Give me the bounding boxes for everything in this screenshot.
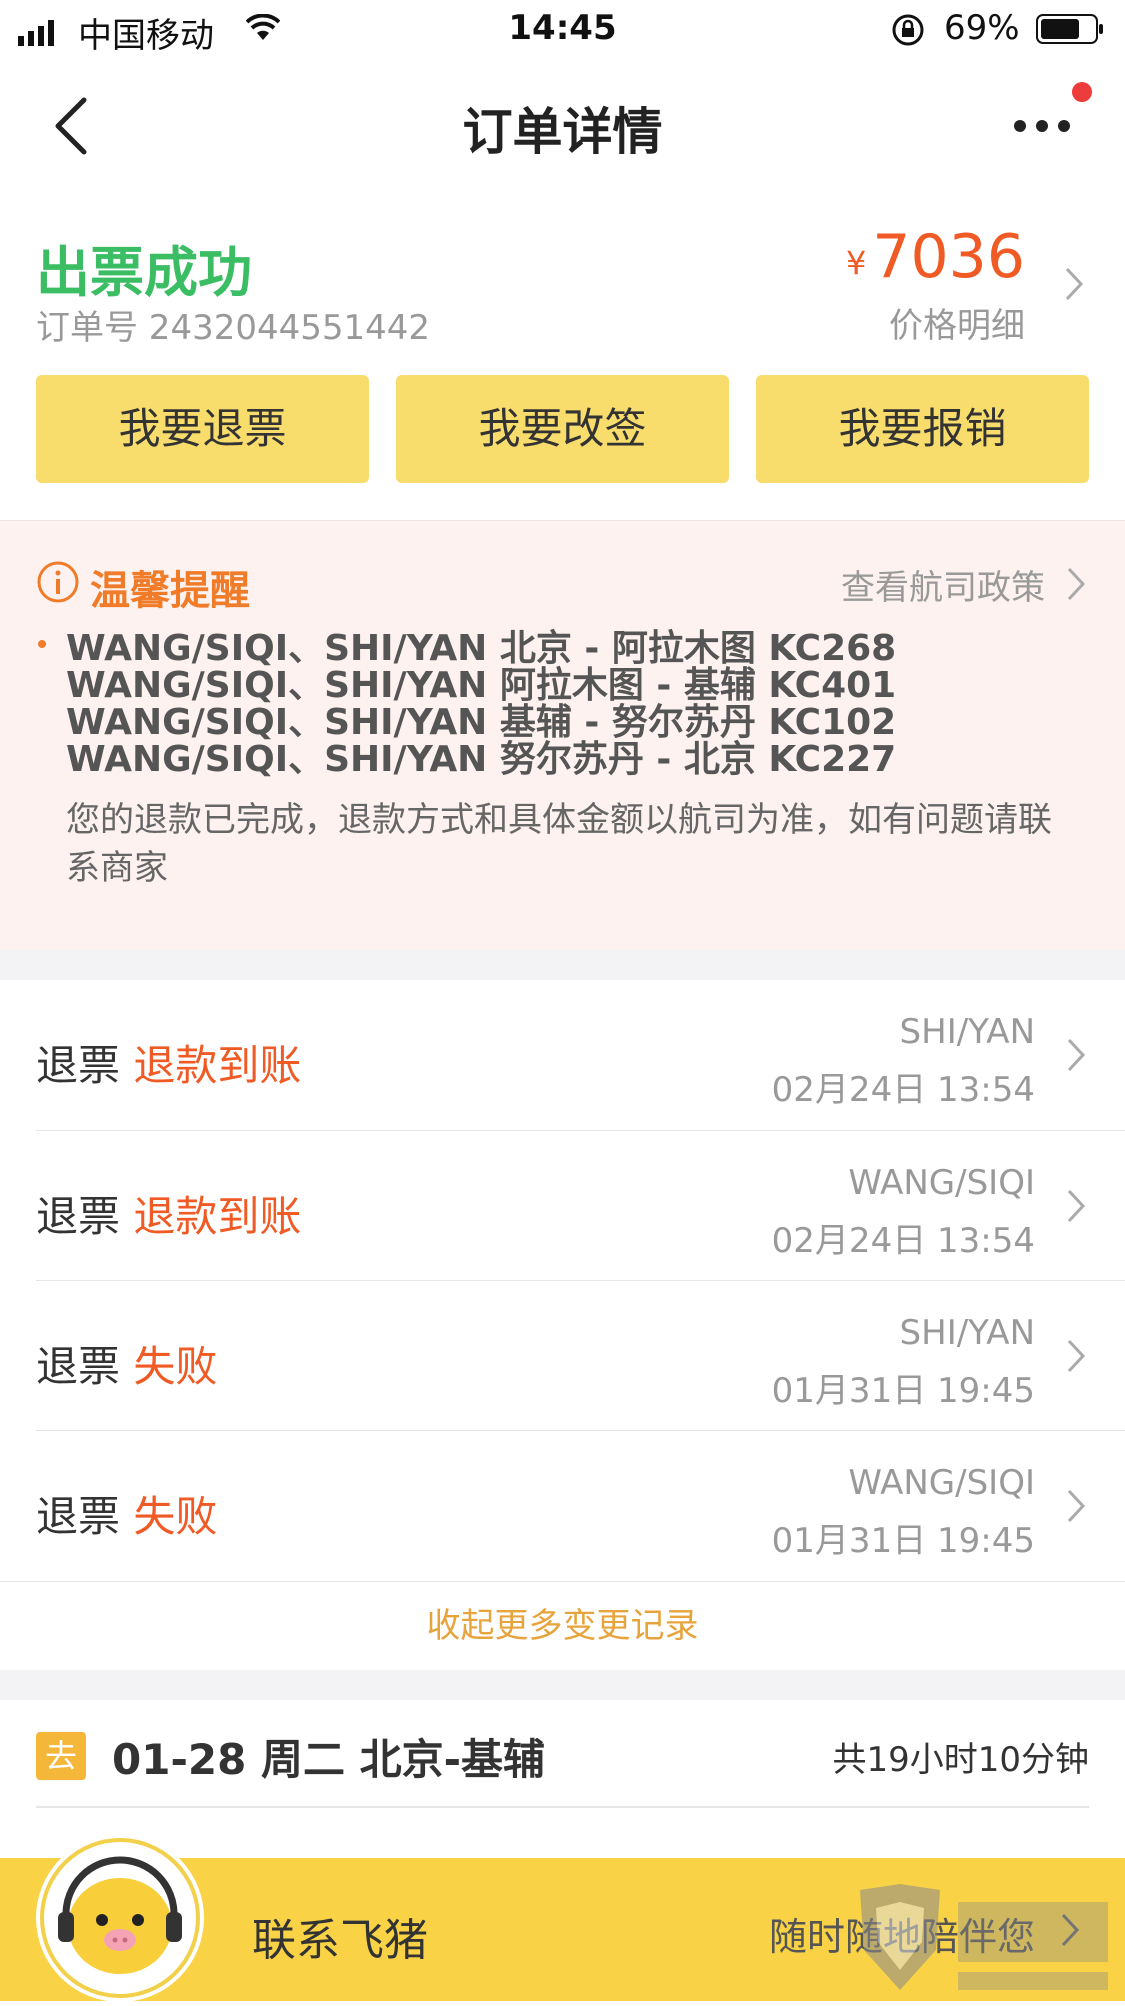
segment-title: 01-28 周二 北京-基辅 (112, 1735, 546, 1784)
mascot-icon (40, 1838, 200, 1998)
info-icon (37, 561, 79, 603)
reminder-title: 温馨提醒 (90, 568, 250, 614)
segment-duration: 共19小时10分钟 (832, 1740, 1089, 1780)
row-divider (0, 1581, 1125, 1582)
reminder-flight-list: WANG/SIQI、SHI/YAN 北京 - 阿拉木图 KC268 WANG/S… (66, 630, 896, 778)
price-total[interactable]: ¥7036 (846, 222, 1025, 292)
watermark-logo (860, 1884, 1108, 1990)
change-record-row[interactable]: 退票 失败 WANG/SIQI 01月31日 19:45 (0, 1431, 1125, 1581)
battery-percent: 69% (944, 8, 1020, 48)
record-time: 02月24日 13:54 (771, 1070, 1035, 1110)
segment-divider (36, 1806, 1089, 1808)
passenger-name: WANG/SIQI (848, 1463, 1035, 1503)
record-type: 退票 退款到账 (36, 1192, 302, 1241)
bullet-dot (38, 640, 46, 648)
notification-dot (1072, 82, 1092, 102)
passenger-name: WANG/SIQI (848, 1163, 1035, 1203)
currency-symbol: ¥ (845, 244, 867, 282)
page-title: 订单详情 (462, 103, 663, 161)
record-status: 失败 (133, 1492, 218, 1541)
record-time: 01月31日 19:45 (771, 1371, 1035, 1411)
reminder-line: WANG/SIQI、SHI/YAN 阿拉木图 - 基辅 KC401 (66, 665, 897, 706)
section-divider (0, 1670, 1125, 1700)
chevron-right-icon (1067, 1489, 1086, 1523)
chevron-right-icon[interactable] (1064, 266, 1084, 302)
status-bar: 中国移动 14:45 69% (0, 0, 1125, 62)
reimburse-button[interactable]: 我要报销 (756, 375, 1089, 483)
chevron-right-icon (1067, 1189, 1086, 1223)
contact-label: 联系飞猪 (252, 1915, 428, 1966)
segment-tag: 去 (36, 1732, 86, 1780)
rotation-lock-icon (892, 14, 924, 46)
change-record-row[interactable]: 退票 失败 SHI/YAN 01月31日 19:45 (0, 1281, 1125, 1431)
record-type: 退票 失败 (36, 1342, 218, 1391)
price-detail-link[interactable]: 价格明细 (889, 298, 1025, 347)
reminder-note: 您的退款已完成，退款方式和具体金额以航司为准，如有问题请联系商家 (66, 800, 1052, 888)
change-record-row[interactable]: 退票 退款到账 WANG/SIQI 02月24日 13:54 (0, 1131, 1125, 1281)
chevron-right-icon (1067, 1339, 1086, 1373)
record-time: 02月24日 13:54 (771, 1221, 1035, 1261)
battery-icon (1036, 14, 1103, 44)
chevron-right-icon[interactable] (1066, 566, 1086, 602)
record-type: 退票 失败 (36, 1492, 218, 1541)
record-time: 01月31日 19:45 (771, 1521, 1035, 1561)
airline-policy-link[interactable]: 查看航司政策 (841, 560, 1045, 609)
change-ticket-button[interactable]: 我要改签 (396, 375, 729, 483)
reminder-line: WANG/SIQI、SHI/YAN 北京 - 阿拉木图 KC268 (66, 628, 897, 669)
more-icon[interactable] (1012, 108, 1072, 144)
price-value: 7036 (872, 222, 1025, 292)
change-record-row[interactable]: 退票 退款到账 SHI/YAN 02月24日 13:54 (0, 980, 1125, 1130)
record-status: 退款到账 (133, 1192, 302, 1241)
passenger-name: SHI/YAN (899, 1012, 1035, 1052)
avatar (36, 1834, 204, 2002)
collapse-records-link[interactable]: 收起更多变更记录 (0, 1598, 1125, 1647)
order-status: 出票成功 (36, 241, 252, 304)
record-type: 退票 退款到账 (36, 1041, 302, 1090)
chevron-right-icon (1067, 1038, 1086, 1072)
order-number: 订单号 2432044551442 (36, 308, 431, 348)
passenger-name: SHI/YAN (899, 1313, 1035, 1353)
record-status: 退款到账 (133, 1041, 302, 1090)
refund-button[interactable]: 我要退票 (36, 375, 369, 483)
record-status: 失败 (133, 1342, 218, 1391)
reminder-line: WANG/SIQI、SHI/YAN 努尔苏丹 - 北京 KC227 (66, 739, 897, 780)
section-divider (0, 950, 1125, 980)
reminder-line: WANG/SIQI、SHI/YAN 基辅 - 努尔苏丹 KC102 (66, 702, 897, 743)
